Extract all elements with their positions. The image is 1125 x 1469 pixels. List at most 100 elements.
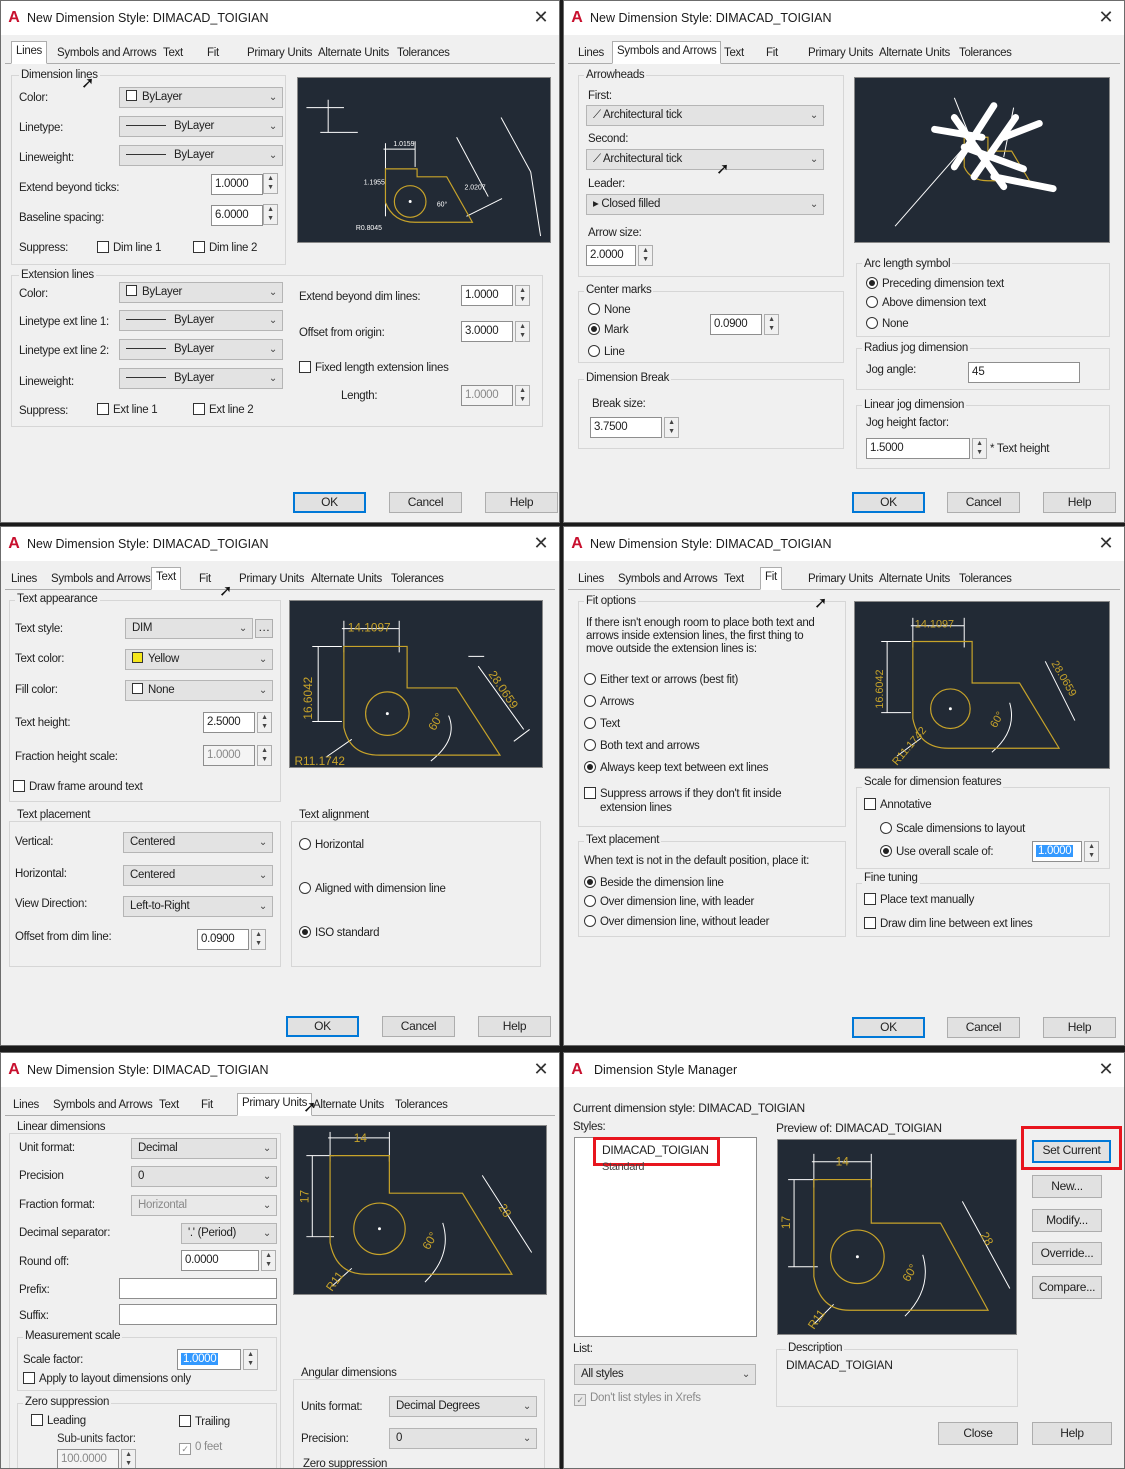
help-button[interactable]: Help	[1043, 1017, 1116, 1038]
close-icon[interactable]: ✕	[1096, 533, 1116, 554]
tab-alternate-units[interactable]: Alternate Units	[875, 44, 954, 63]
modify-button[interactable]: Modify...	[1032, 1209, 1102, 1232]
tab-primary-units[interactable]: Primary Units	[804, 570, 877, 589]
spin-arrows-icon[interactable]: ▲ ▼	[1084, 841, 1099, 862]
tab-fit[interactable]: Fit	[760, 567, 782, 590]
draw-dim-line-checkbox[interactable]: Draw dim line between ext lines	[864, 917, 1033, 930]
spin-arrows-icon[interactable]: ▲ ▼	[121, 1449, 136, 1468]
tab-symbols-arrows[interactable]: Symbols and Arrows	[614, 570, 721, 589]
first-arrowhead-dropdown[interactable]: ⟋ Architectural tick ⌄	[586, 105, 824, 126]
tab-symbols-arrows[interactable]: Symbols and Arrows	[612, 41, 722, 64]
cancel-button[interactable]: Cancel	[947, 1017, 1020, 1038]
place-manually-checkbox[interactable]: Place text manually	[864, 893, 974, 906]
tab-text[interactable]: Text	[151, 567, 181, 590]
tab-symbols-arrows[interactable]: Symbols and Arrows	[47, 570, 154, 589]
tab-alternate-units[interactable]: Alternate Units	[314, 44, 393, 63]
compare-button[interactable]: Compare...	[1032, 1276, 1102, 1299]
fill-color-dropdown[interactable]: None ⌄	[125, 680, 273, 701]
above-radio[interactable]: Above dimension text	[866, 296, 986, 309]
tab-fit[interactable]: Fit	[195, 570, 215, 589]
align-horizontal-radio[interactable]: Horizontal	[299, 838, 364, 851]
set-current-button[interactable]: Set Current	[1032, 1140, 1111, 1163]
jog-angle-input[interactable]: 45	[968, 362, 1080, 383]
tab-tolerances[interactable]: Tolerances	[955, 570, 1016, 589]
spin-arrows-icon[interactable]: ▲ ▼	[243, 1349, 258, 1370]
ext-line-1-checkbox[interactable]: Ext line 1	[97, 403, 158, 416]
close-icon[interactable]: ✕	[1096, 7, 1116, 28]
decimal-separator-dropdown[interactable]: '.' (Period) ⌄	[181, 1223, 277, 1244]
prefix-input[interactable]	[119, 1278, 277, 1299]
dim-line-1-checkbox[interactable]: Dim line 1	[97, 241, 161, 254]
extend-ticks-input[interactable]: 1.0000	[211, 174, 263, 195]
spin-arrows-icon[interactable]: ▲ ▼	[257, 745, 272, 766]
tab-text[interactable]: Text	[155, 1096, 183, 1115]
text-color-dropdown[interactable]: Yellow ⌄	[125, 649, 273, 670]
second-arrowhead-dropdown[interactable]: ⟋ Architectural tick ⌄	[586, 149, 824, 170]
tab-lines[interactable]: Lines	[11, 41, 47, 64]
close-icon[interactable]: ✕	[1096, 1059, 1116, 1080]
suppress-arrows-checkbox[interactable]: Suppress arrows if they don't fit inside…	[584, 787, 790, 815]
tab-lines[interactable]: Lines	[574, 570, 608, 589]
tab-primary-units[interactable]: Primary Units	[235, 570, 308, 589]
ext-color-dropdown[interactable]: ByLayer ⌄	[119, 282, 283, 303]
fit-either-radio[interactable]: Either text or arrows (best fit)	[584, 673, 738, 686]
leader-dropdown[interactable]: ▸ Closed filled ⌄	[586, 194, 824, 215]
tab-primary-units[interactable]: Primary Units	[237, 1093, 313, 1116]
fixed-length-checkbox[interactable]: Fixed length extension lines	[299, 361, 449, 374]
ext-lineweight-dropdown[interactable]: ByLayer ⌄	[119, 368, 283, 389]
close-icon[interactable]: ✕	[531, 1059, 551, 1080]
spin-arrows-icon[interactable]: ▲ ▼	[638, 245, 653, 266]
tab-lines[interactable]: Lines	[9, 1096, 43, 1115]
fit-both-radio[interactable]: Both text and arrows	[584, 739, 700, 752]
angular-format-dropdown[interactable]: Decimal Degrees ⌄	[389, 1396, 537, 1417]
tab-tolerances[interactable]: Tolerances	[387, 570, 448, 589]
text-style-browse-button[interactable]: …	[255, 619, 273, 638]
angular-precision-dropdown[interactable]: 0 ⌄	[389, 1428, 537, 1449]
tab-text[interactable]: Text	[720, 44, 748, 63]
tab-text[interactable]: Text	[720, 570, 748, 589]
leading-checkbox[interactable]: Leading	[31, 1414, 86, 1427]
help-button[interactable]: Help	[1043, 492, 1116, 513]
jog-height-input[interactable]: 1.5000 ▲ ▼	[866, 438, 987, 459]
spin-arrows-icon[interactable]: ▲ ▼	[257, 712, 272, 733]
arrow-size-input[interactable]: 2.0000 ▲ ▼	[586, 245, 653, 266]
tab-primary-units[interactable]: Primary Units	[804, 44, 877, 63]
tab-lines[interactable]: Lines	[7, 570, 41, 589]
dont-list-xrefs-checkbox[interactable]: ✓ Don't list styles in Xrefs	[574, 1392, 701, 1406]
align-aligned-radio[interactable]: Aligned with dimension line	[299, 882, 446, 895]
spin-arrows-icon[interactable]: ▲ ▼	[764, 314, 779, 335]
annotative-checkbox[interactable]: Annotative	[864, 798, 932, 811]
tab-tolerances[interactable]: Tolerances	[391, 1096, 452, 1115]
subunits-factor-input[interactable]: 100.0000 ▲ ▼	[57, 1449, 136, 1468]
center-mark-size-input[interactable]: 0.0900 ▲ ▼	[710, 314, 779, 335]
center-none-radio[interactable]: None	[588, 303, 631, 316]
draw-frame-checkbox[interactable]: Draw frame around text	[13, 780, 143, 793]
spinner[interactable]: ▲ ▼	[263, 204, 281, 226]
text-style-dropdown[interactable]: DIM ⌄	[125, 618, 253, 639]
precision-dropdown[interactable]: 0 ⌄	[131, 1166, 277, 1187]
preceding-radio[interactable]: Preceding dimension text	[866, 277, 1004, 290]
scale-factor-input[interactable]: 1.0000 ▲ ▼	[177, 1349, 258, 1370]
view-direction-dropdown[interactable]: Left-to-Right ⌄	[123, 896, 273, 917]
ok-button[interactable]: OK	[293, 492, 366, 513]
fraction-height-input[interactable]: 1.0000 ▲ ▼	[203, 745, 272, 766]
help-button[interactable]: Help	[485, 492, 558, 513]
spin-arrows-icon[interactable]: ▲ ▼	[664, 417, 679, 438]
horizontal-dropdown[interactable]: Centered ⌄	[123, 865, 273, 886]
spin-arrows-icon[interactable]: ▲ ▼	[515, 321, 530, 342]
trailing-checkbox[interactable]: Trailing	[179, 1415, 230, 1428]
spin-arrows-icon[interactable]: ▲ ▼	[515, 285, 530, 306]
overall-scale-radio[interactable]: Use overall scale of:	[880, 845, 994, 858]
over-leader-radio[interactable]: Over dimension line, with leader	[584, 895, 754, 908]
spin-arrows-icon[interactable]: ▲ ▼	[251, 929, 266, 950]
cancel-button[interactable]: Cancel	[947, 492, 1020, 513]
extend-dim-lines-input[interactable]: 1.0000 ▲ ▼	[461, 285, 530, 306]
spin-arrows-icon[interactable]: ▲ ▼	[515, 385, 530, 406]
close-button[interactable]: Close	[938, 1422, 1018, 1445]
arc-none-radio[interactable]: None	[866, 317, 909, 330]
color-dropdown[interactable]: ByLayer ⌄	[119, 87, 283, 108]
tab-symbols-arrows[interactable]: Symbols and Arrows	[49, 1096, 156, 1115]
tab-fit[interactable]: Fit	[762, 44, 782, 63]
override-button[interactable]: Override...	[1032, 1242, 1102, 1265]
style-item-standard[interactable]: Standard	[602, 1161, 645, 1173]
